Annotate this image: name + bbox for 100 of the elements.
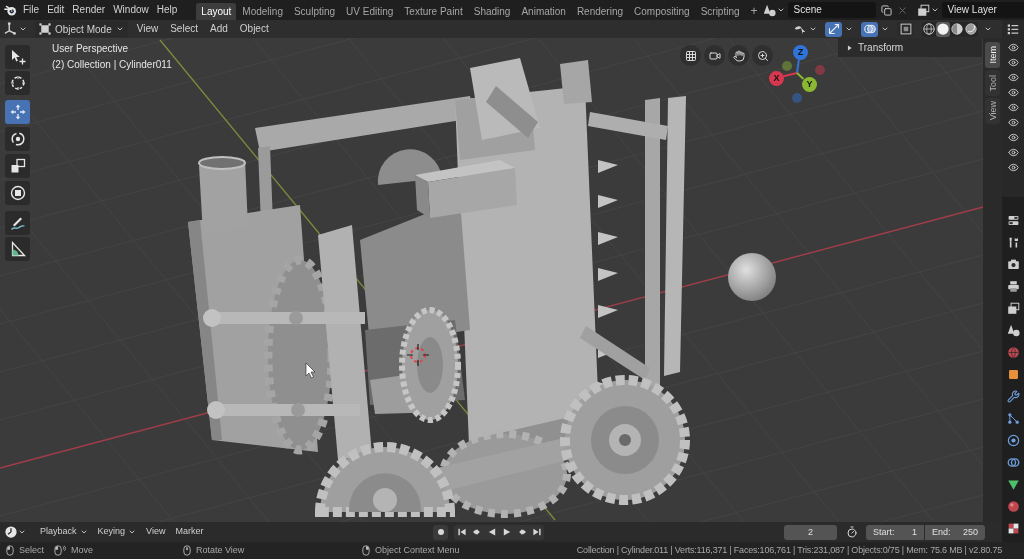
toggle-icon[interactable] — [1006, 213, 1020, 227]
workspace-tab[interactable]: Rendering — [571, 3, 629, 20]
rotate-icon — [9, 131, 26, 147]
workspace-tab[interactable]: Shading — [468, 3, 516, 20]
sidebar-tab[interactable]: Tool — [985, 70, 1000, 96]
triangle-icon[interactable] — [1006, 477, 1020, 491]
shading-mode-button[interactable] — [936, 21, 950, 37]
copy-icon[interactable] — [880, 4, 892, 16]
video-camera-icon[interactable] — [704, 45, 725, 66]
workspace-tab[interactable]: UV Editing — [341, 3, 399, 20]
square-corners-icon — [39, 23, 51, 35]
workspace-tab[interactable]: Animation — [516, 3, 571, 20]
3d-viewport[interactable]: User Perspective (2) Collection | Cylinder011 Z X Y Transform Item Tool View — [0, 38, 1002, 522]
grid-icon[interactable] — [680, 45, 701, 66]
tool-button[interactable] — [5, 45, 30, 69]
tool-button[interactable] — [5, 127, 30, 151]
axis-handle[interactable]: Y — [802, 77, 817, 92]
menu-item[interactable]: Object — [233, 21, 275, 37]
eye-icon[interactable] — [1007, 72, 1019, 83]
menu-item[interactable]: View — [130, 21, 165, 37]
stopwatch-icon[interactable] — [846, 526, 858, 538]
menu-item[interactable]: Playback — [35, 524, 93, 540]
zoom-in-icon[interactable] — [752, 45, 773, 66]
cone-sphere-icon — [762, 3, 776, 17]
close-icon[interactable] — [896, 4, 908, 16]
disclosure-triangle-icon — [847, 44, 852, 51]
axis-handle[interactable]: Z — [793, 45, 808, 60]
menu-item[interactable]: Add — [204, 21, 234, 37]
eye-icon[interactable] — [1007, 57, 1019, 68]
sidebar-tab[interactable]: View — [985, 98, 1000, 124]
eye-icon[interactable] — [1007, 102, 1019, 113]
sphere-icon[interactable] — [1006, 499, 1020, 513]
tool-button[interactable] — [5, 211, 30, 235]
checker-icon[interactable] — [1006, 521, 1020, 535]
eye-icon[interactable] — [1007, 162, 1019, 173]
menu-item[interactable]: Render — [68, 1, 110, 19]
start-frame-field[interactable]: Start: 1 — [866, 524, 924, 540]
logo-icon[interactable] — [4, 3, 17, 17]
editor-type-dropdown[interactable] — [4, 21, 27, 37]
negative-axis-handle[interactable] — [792, 93, 802, 103]
shading-mode-button[interactable] — [950, 21, 964, 37]
menu-item[interactable]: Select — [164, 21, 204, 37]
add-workspace-button[interactable]: + — [745, 3, 763, 20]
square-icon[interactable] — [1006, 367, 1020, 381]
linked-rings-icon[interactable] — [1006, 455, 1020, 469]
eye-icon[interactable] — [1007, 147, 1019, 158]
toggle-button[interactable] — [861, 21, 878, 37]
sidebar-tab[interactable]: Item — [985, 42, 1000, 68]
view-layer-selector[interactable] — [916, 3, 939, 17]
tool-button[interactable] — [5, 154, 30, 178]
panel-header[interactable]: Transform — [838, 38, 982, 57]
negative-axis-handle[interactable] — [815, 65, 825, 75]
menu-item[interactable]: Window — [109, 1, 153, 19]
end-frame-field[interactable]: End: 250 — [925, 524, 985, 540]
menu-item[interactable]: View — [141, 524, 171, 540]
shading-mode-button[interactable] — [964, 21, 978, 37]
eye-icon[interactable] — [1007, 87, 1019, 98]
menu-item[interactable]: Help — [152, 1, 182, 19]
workspace-tab[interactable]: Modeling — [237, 3, 288, 20]
workspace-tab[interactable]: Texture Paint — [399, 3, 468, 20]
eye-icon[interactable] — [1007, 117, 1019, 128]
workspace-tab[interactable]: Scripting — [695, 3, 745, 20]
toggle-button[interactable] — [897, 21, 914, 37]
axis-handle[interactable]: X — [769, 71, 784, 86]
scene-field[interactable]: Scene — [787, 2, 876, 18]
globe-icon[interactable] — [1006, 345, 1020, 359]
current-frame-field[interactable]: 2 — [784, 524, 837, 540]
eye-icon[interactable] — [1007, 132, 1019, 143]
caret-icon — [19, 25, 27, 33]
toggle-button[interactable] — [825, 21, 842, 37]
scene-selector[interactable] — [762, 3, 785, 17]
tool-button[interactable] — [5, 237, 30, 261]
printer-icon[interactable] — [1006, 279, 1020, 293]
menu-item[interactable]: File — [19, 1, 44, 19]
workspace-tab[interactable]: Layout — [196, 3, 237, 20]
negative-axis-handle[interactable] — [782, 61, 792, 71]
workspace-tab[interactable]: Sculpting — [288, 3, 341, 20]
mode-dropdown[interactable]: Object Mode — [35, 21, 128, 37]
connected-dots-icon[interactable] — [1006, 411, 1020, 425]
menu-item[interactable]: Keying — [92, 524, 142, 540]
tool-button[interactable] — [5, 71, 30, 95]
ring-dot-icon[interactable] — [1006, 433, 1020, 447]
image-stack-icon[interactable] — [1006, 301, 1020, 315]
camera-icon[interactable] — [1006, 257, 1020, 271]
hint-label: Select — [19, 543, 44, 557]
menu-item[interactable]: Edit — [43, 1, 69, 19]
shading-mode-button[interactable] — [922, 21, 936, 37]
wrench-icon[interactable] — [1006, 389, 1020, 403]
cone-sphere-icon[interactable] — [1006, 323, 1020, 337]
editor-type-dropdown[interactable] — [5, 526, 26, 538]
list-icon[interactable] — [1007, 23, 1019, 35]
visibility-dropdown[interactable] — [793, 23, 817, 35]
record-icon[interactable] — [433, 524, 448, 540]
view-layer-field[interactable]: View Layer — [941, 2, 1024, 18]
tool-button[interactable] — [5, 181, 30, 205]
hint-label: Object Context Menu — [375, 543, 460, 557]
workspace-tab[interactable]: Compositing — [629, 3, 695, 20]
menu-item[interactable]: Marker — [170, 524, 209, 540]
hand-icon[interactable] — [728, 45, 749, 66]
eye-icon[interactable] — [1007, 42, 1019, 53]
